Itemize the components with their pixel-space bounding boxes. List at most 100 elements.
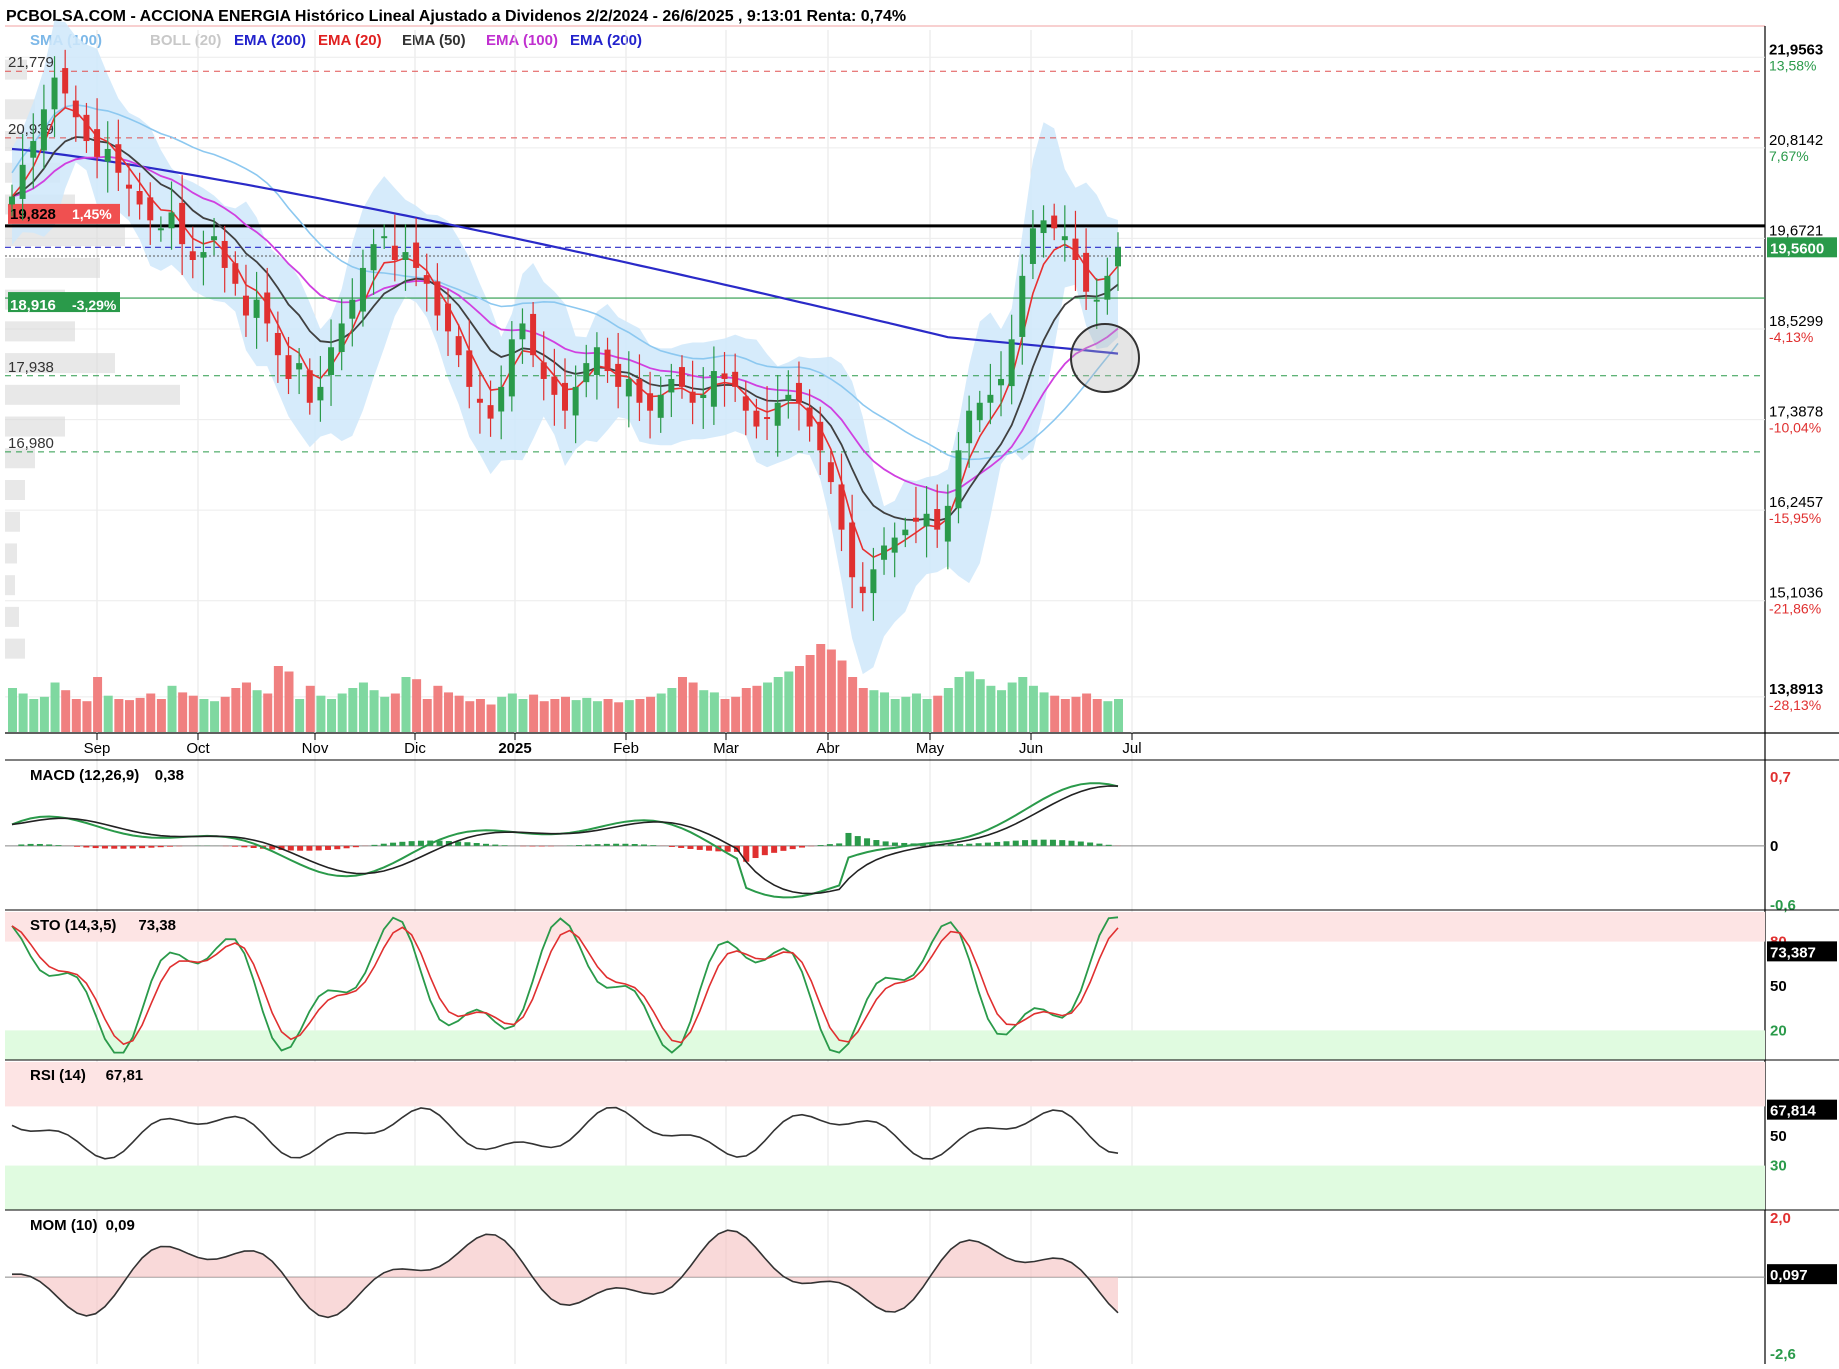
volume-bar: [763, 683, 772, 733]
macd-histogram-bar: [762, 846, 768, 855]
volume-profile-bar: [5, 543, 17, 563]
volume-bar: [487, 705, 496, 733]
volume-bar: [731, 697, 740, 732]
macd-histogram-bar: [818, 845, 824, 846]
macd-histogram-bar: [390, 843, 396, 846]
level-value-label: 21,779: [8, 54, 54, 71]
macd-histogram-bar: [18, 844, 24, 845]
volume-bar: [359, 683, 368, 733]
candle-body: [828, 462, 834, 482]
candle-body: [1030, 228, 1036, 264]
panel-current-label: 0,097: [1770, 1267, 1808, 1284]
month-label: Sep: [84, 740, 111, 757]
macd-histogram-bar: [167, 846, 173, 847]
macd-histogram-bar: [799, 846, 805, 848]
candle-body: [519, 323, 525, 339]
chart-screen: PCBOLSA.COM - ACCIONA ENERGIA Histórico …: [0, 0, 1839, 1364]
candle-body: [381, 236, 387, 238]
macd-histogram-bar: [613, 844, 619, 846]
macd-histogram-bar: [502, 845, 508, 846]
macd-histogram-bar: [771, 846, 777, 853]
volume-bar: [572, 700, 581, 732]
volume-bar: [263, 694, 272, 733]
month-label: Mar: [713, 740, 739, 757]
panel-tick-label: 0,7: [1770, 769, 1791, 786]
candle-body: [158, 228, 164, 230]
volume-bar: [1103, 701, 1112, 732]
price-axis-label: 16,2457: [1769, 494, 1823, 511]
price-axis-label: 20,8142: [1769, 132, 1823, 149]
volume-bar: [923, 699, 932, 732]
candle-body: [711, 371, 717, 407]
candle-body: [987, 395, 993, 403]
candle-body: [573, 387, 579, 416]
level-tag-label: 1,45%: [72, 206, 112, 222]
macd-histogram-bar: [585, 845, 591, 846]
candle-body: [254, 300, 260, 318]
candle-body: [402, 252, 408, 260]
candle-body: [998, 379, 1004, 385]
candle-body: [498, 387, 504, 412]
macd-histogram-bar: [1059, 840, 1065, 846]
macd-histogram-bar: [883, 841, 889, 845]
volume-bar: [529, 695, 538, 732]
candle-body: [392, 246, 398, 260]
macd-histogram-bar: [864, 838, 870, 846]
volume-bar: [295, 699, 304, 732]
panel-tick-label: 2,0: [1770, 1210, 1791, 1227]
volume-bar: [667, 688, 676, 732]
volume-bar: [114, 699, 123, 732]
macd-histogram-bar: [529, 846, 535, 847]
panel-title: MACD (12,26,9): [30, 767, 139, 784]
volume-bar: [433, 686, 442, 732]
volume-bar: [848, 677, 857, 732]
candle-body: [1019, 276, 1025, 337]
volume-bar: [1071, 697, 1080, 732]
panel-tick-label: 20: [1770, 1022, 1787, 1039]
macd-histogram-bar: [650, 845, 656, 846]
level-tag-label: -3,29%: [72, 297, 117, 313]
price-axis-percent: 7,67%: [1769, 148, 1809, 164]
volume-bar: [933, 696, 942, 732]
macd-histogram-bar: [697, 846, 703, 850]
volume-bar: [61, 690, 70, 732]
candle-body: [147, 197, 153, 220]
candle-body: [466, 350, 472, 386]
panel-current-label: 73,387: [1770, 944, 1816, 961]
volume-bar: [710, 692, 719, 732]
candle-body: [955, 450, 961, 508]
candle-body: [551, 377, 557, 395]
candle-body: [605, 350, 611, 371]
price-axis-label: 21,9563: [1769, 41, 1823, 58]
volume-bar: [976, 679, 985, 732]
volume-profile-bar: [5, 258, 100, 278]
volume-bar: [146, 694, 155, 733]
legend-item: EMA (50): [402, 32, 466, 49]
volume-bar: [604, 699, 613, 732]
volume-bar: [338, 694, 347, 733]
price-axis-percent: -28,13%: [1769, 697, 1821, 713]
candle-body: [722, 373, 728, 379]
month-label: Oct: [186, 740, 210, 757]
macd-histogram-bar: [1022, 840, 1028, 846]
candle-body: [94, 129, 100, 157]
candle-body: [41, 109, 47, 150]
candle-body: [775, 403, 781, 426]
candle-body: [541, 362, 547, 379]
macd-histogram-bar: [957, 844, 963, 846]
panel-current-label: 67,814: [1770, 1103, 1817, 1120]
candle-body: [966, 411, 972, 444]
candle-body: [200, 252, 206, 258]
candle-body: [913, 518, 919, 522]
candle-body: [190, 251, 196, 260]
volume-bar: [348, 688, 357, 732]
volume-profile-bar: [5, 607, 19, 627]
volume-bar: [231, 688, 240, 732]
macd-histogram-bar: [464, 842, 470, 846]
current-price-label: 19,5600: [1770, 240, 1824, 257]
volume-profile-bar: [5, 639, 25, 659]
month-label: Dic: [404, 740, 426, 757]
candle-body: [732, 372, 738, 387]
volume-bar: [221, 697, 230, 732]
macd-histogram-bar: [976, 843, 982, 846]
